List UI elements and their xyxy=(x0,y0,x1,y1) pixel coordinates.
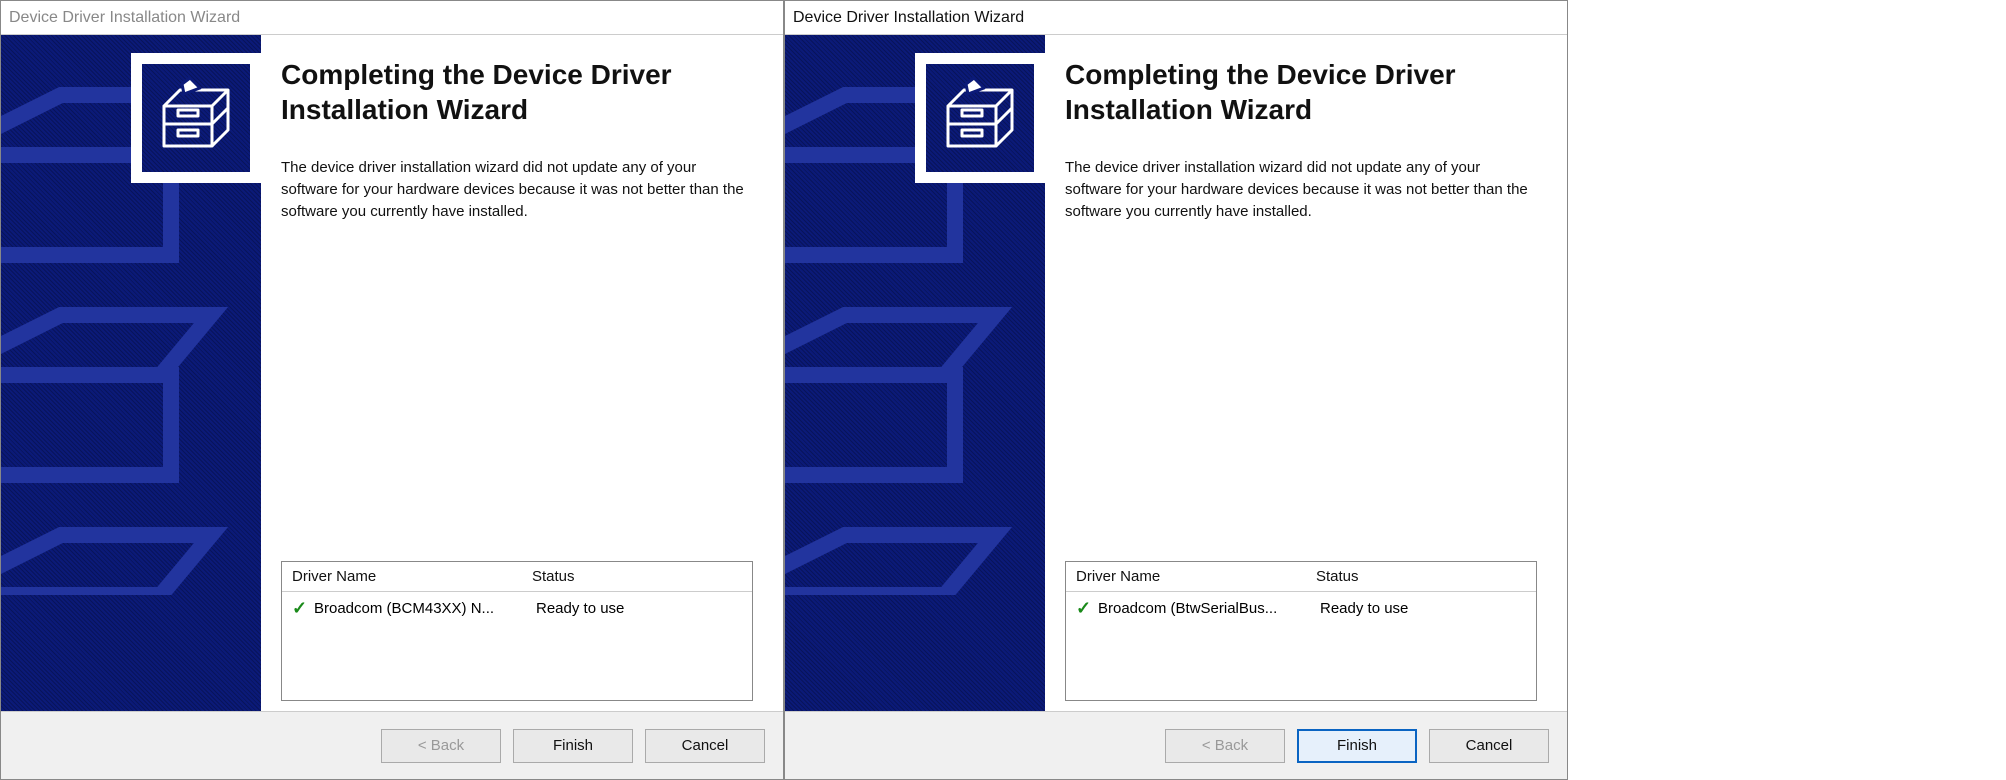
col-status[interactable]: Status xyxy=(1316,568,1526,585)
col-status[interactable]: Status xyxy=(532,568,742,585)
wizard-content: Completing the Device Driver Installatio… xyxy=(261,35,783,711)
wizard-logo-box xyxy=(915,53,1045,183)
window-title: Device Driver Installation Wizard xyxy=(9,9,240,27)
page-heading: Completing the Device Driver Installatio… xyxy=(281,57,753,127)
wizard-window-1: Device Driver Installation Wizard xyxy=(0,0,784,780)
page-body-text: The device driver installation wizard di… xyxy=(281,157,751,222)
wizard-logo-box xyxy=(131,53,261,183)
page-heading: Completing the Device Driver Installatio… xyxy=(1065,57,1537,127)
page-body-text: The device driver installation wizard di… xyxy=(1065,157,1535,222)
titlebar[interactable]: Device Driver Installation Wizard xyxy=(1,1,783,35)
checkmark-icon: ✓ xyxy=(292,598,310,619)
table-header: Driver Name Status xyxy=(282,562,752,592)
back-button: < Back xyxy=(381,729,501,763)
checkmark-icon: ✓ xyxy=(1076,598,1094,619)
cancel-button[interactable]: Cancel xyxy=(645,729,765,763)
drawer-icon xyxy=(936,74,1024,162)
wizard-content: Completing the Device Driver Installatio… xyxy=(1045,35,1567,711)
drawer-icon xyxy=(152,74,240,162)
col-driver-name[interactable]: Driver Name xyxy=(1076,568,1316,585)
wizard-window-2: Device Driver Installation Wizard xyxy=(784,0,1568,780)
titlebar[interactable]: Device Driver Installation Wizard xyxy=(785,1,1567,35)
table-row[interactable]: ✓ Broadcom (BCM43XX) N... Ready to use xyxy=(282,592,752,625)
driver-name-cell: Broadcom (BtwSerialBus... xyxy=(1098,600,1320,617)
finish-button[interactable]: Finish xyxy=(1297,729,1417,763)
driver-name-cell: Broadcom (BCM43XX) N... xyxy=(314,600,536,617)
driver-status-cell: Ready to use xyxy=(536,600,742,617)
finish-button[interactable]: Finish xyxy=(513,729,633,763)
col-driver-name[interactable]: Driver Name xyxy=(292,568,532,585)
table-header: Driver Name Status xyxy=(1066,562,1536,592)
button-row: < Back Finish Cancel xyxy=(1,711,783,779)
driver-table: Driver Name Status ✓ Broadcom (BtwSerial… xyxy=(1065,561,1537,701)
wizard-sidebar xyxy=(785,35,1045,711)
driver-table: Driver Name Status ✓ Broadcom (BCM43XX) … xyxy=(281,561,753,701)
client-area: Completing the Device Driver Installatio… xyxy=(785,35,1567,711)
cancel-button[interactable]: Cancel xyxy=(1429,729,1549,763)
driver-status-cell: Ready to use xyxy=(1320,600,1526,617)
window-title: Device Driver Installation Wizard xyxy=(793,9,1024,27)
table-row[interactable]: ✓ Broadcom (BtwSerialBus... Ready to use xyxy=(1066,592,1536,625)
wizard-sidebar xyxy=(1,35,261,711)
button-row: < Back Finish Cancel xyxy=(785,711,1567,779)
client-area: Completing the Device Driver Installatio… xyxy=(1,35,783,711)
back-button: < Back xyxy=(1165,729,1285,763)
